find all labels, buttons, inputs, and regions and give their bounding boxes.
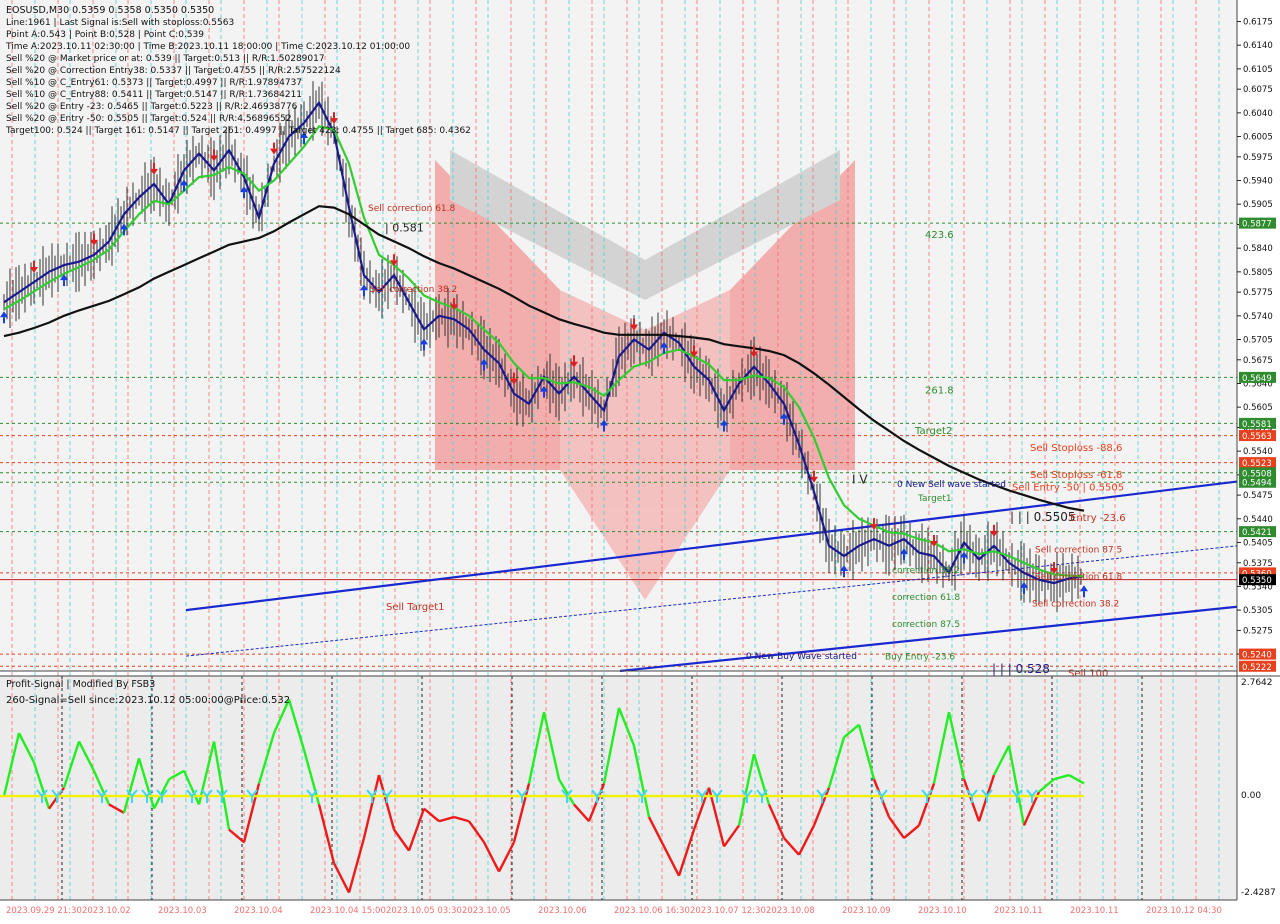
price-tick: 0.5940 xyxy=(1243,177,1273,187)
price-tick: 0.5740 xyxy=(1243,312,1273,322)
price-tick: 0.6175 xyxy=(1243,18,1273,28)
chart-label: Sell correction 38.2 xyxy=(370,285,457,295)
price-tag-label: 0.5222 xyxy=(1242,663,1272,673)
header-info-line: Sell %20 @ Market price or at: 0.539 || … xyxy=(6,54,325,64)
price-tick: 0.5605 xyxy=(1243,403,1273,413)
indicator-axis-top: 2.7642 xyxy=(1241,678,1273,688)
chart-label: Sell correction 38.2 xyxy=(1032,600,1119,610)
header-info-line: Sell %20 @ Entry -50: 0.5505 || Target:0… xyxy=(6,114,292,124)
chart-label: correction 61.8 xyxy=(892,593,960,603)
price-tick: 0.6140 xyxy=(1243,41,1273,51)
indicator-axis-zero: 0.00 xyxy=(1241,791,1261,801)
price-tick: 0.5440 xyxy=(1243,515,1273,525)
time-tick: 2023.10.05 03:30 xyxy=(386,906,462,916)
trading-chart[interactable]: Sell correction 61.8 | 0.581 Sell correcti… xyxy=(0,0,1280,920)
chart-label: Sell correction 61.8 xyxy=(1035,573,1123,583)
chart-window: Sell correction 61.8 | 0.581 Sell correcti… xyxy=(0,0,1280,920)
price-tag-label: 0.5877 xyxy=(1242,220,1272,230)
chart-label: correction 38.2 xyxy=(892,566,960,576)
chart-label: Target2 xyxy=(914,426,952,437)
price-tick: 0.5675 xyxy=(1243,356,1273,366)
time-tick: 2023.10.11 xyxy=(1070,906,1119,916)
time-tick: 2023.10.11 xyxy=(994,906,1043,916)
header-info-line: Time A:2023.10.11 02:30:00 | Time B:2023… xyxy=(5,42,410,52)
time-tick: 2023.09.29 21:30 xyxy=(6,906,82,916)
chart-label: Buy Entry -23.6 xyxy=(885,652,955,662)
chart-label: Sell Stoploss -88.6 xyxy=(1030,443,1122,454)
chart-label: Target1 xyxy=(917,494,952,504)
header-info-line: Sell %10 @ C_Entry88: 0.5411 || Target:0… xyxy=(6,90,302,100)
price-tick: 0.5475 xyxy=(1243,491,1273,501)
indicator-signal: 260-Signal=Sell since:2023.10.12 05:00:0… xyxy=(6,695,290,706)
price-tick: 0.5805 xyxy=(1243,268,1273,278)
time-tick: 2023.10.10 xyxy=(918,906,967,916)
time-tick: 2023.10.08 xyxy=(766,906,815,916)
price-tick: 0.5705 xyxy=(1243,336,1273,346)
header-info-line: Line:1961 | Last Signal is:Sell with sto… xyxy=(6,18,234,28)
price-axis[interactable]: 0.6175 0.6140 0.6105 0.6075 0.6040 0.6005 0.59… xyxy=(1237,18,1273,661)
chart-label: Sell Stoploss -61.8 xyxy=(1030,470,1122,481)
chart-label: | | | 0.5505 xyxy=(1010,510,1076,524)
chart-label: 0 New Sell wave started xyxy=(897,480,1006,490)
price-tick: 0.6005 xyxy=(1243,133,1273,143)
time-axis[interactable]: 2023.09.29 21:30 2023.10.02 2023.10.03 2023… xyxy=(6,906,1222,916)
price-tick: 0.6075 xyxy=(1243,85,1273,95)
price-tick: 0.5275 xyxy=(1243,626,1273,636)
price-tag-label: 0.5350 xyxy=(1242,576,1272,586)
price-tick: 0.5540 xyxy=(1243,447,1273,457)
chart-label: I V xyxy=(852,473,868,487)
chart-label: Sell correction 87.5 xyxy=(1035,546,1122,556)
price-tick: 0.5840 xyxy=(1243,244,1273,254)
header-info-line: Sell %10 @ C_Entry61: 0.5373 || Target:0… xyxy=(6,78,302,88)
price-tick: 0.6040 xyxy=(1243,109,1273,119)
time-tick: 2023.10.09 xyxy=(842,906,891,916)
chart-label: | | | 0.528 xyxy=(992,662,1050,676)
price-tick: 0.5775 xyxy=(1243,288,1273,298)
chart-label: correction 87.5 xyxy=(892,620,960,630)
price-tick: 0.5905 xyxy=(1243,200,1273,210)
chart-label: Sell correction 61.8 xyxy=(368,204,456,214)
time-tick: 2023.10.03 xyxy=(158,906,207,916)
chart-label: 261.8 xyxy=(925,386,954,397)
price-tag-label: 0.5494 xyxy=(1242,479,1272,489)
price-tick: 0.5375 xyxy=(1243,559,1273,569)
price-tag-label: 0.5581 xyxy=(1242,420,1272,430)
price-tag-label: 0.5421 xyxy=(1242,528,1272,538)
chart-label: 423.6 xyxy=(925,230,954,241)
time-tick: 2023.10.06 xyxy=(538,906,587,916)
price-tick: 0.6105 xyxy=(1243,65,1273,75)
indicator-title: Profit-Signal | Modified By FSB3 xyxy=(6,679,155,690)
time-tick: 2023.10.02 xyxy=(82,906,131,916)
time-tick: 2023.10.04 xyxy=(234,906,283,916)
header-info-line: Point A:0.543 | Point B:0.528 | Point C:… xyxy=(6,30,204,40)
header-info-line: Sell %20 @ Correction Entry38: 0.5337 ||… xyxy=(6,66,341,76)
chart-label: 0 New Buy Wave started xyxy=(746,652,857,662)
header-info-line: Sell %20 @ Entry -23: 0.5465 || Target:0… xyxy=(6,102,298,112)
time-tick: 2023.10.04 15:00 xyxy=(310,906,386,916)
price-tick: 0.5405 xyxy=(1243,538,1273,548)
chart-label: Entry -23.6 xyxy=(1070,513,1126,524)
symbol-line: EOSUSD,M30 0.5359 0.5358 0.5350 0.5350 xyxy=(6,5,214,16)
price-tick: 0.5305 xyxy=(1243,606,1273,616)
chart-label: Sell Entry -50 | 0.5505 xyxy=(1012,482,1124,493)
chart-label: Sell Target1 xyxy=(386,602,445,613)
chart-label: Sell 100 xyxy=(1068,668,1108,679)
chart-label: | 0.581 xyxy=(385,221,424,234)
time-tick: 2023.10.07 12:30 xyxy=(690,906,766,916)
price-tag-label: 0.5240 xyxy=(1242,651,1272,661)
price-tag-label: 0.5649 xyxy=(1242,374,1272,384)
indicator-axis-bottom: -2.4287 xyxy=(1241,888,1276,898)
price-tick: 0.5975 xyxy=(1243,153,1273,163)
header-info-line: Target100: 0.524 || Target 161: 0.5147 |… xyxy=(5,126,471,136)
time-tick: 2023.10.12 04:30 xyxy=(1146,906,1222,916)
price-tag-label: 0.5563 xyxy=(1242,432,1272,442)
time-tick: 2023.10.06 16:30 xyxy=(614,906,690,916)
time-tick: 2023.10.05 xyxy=(462,906,511,916)
